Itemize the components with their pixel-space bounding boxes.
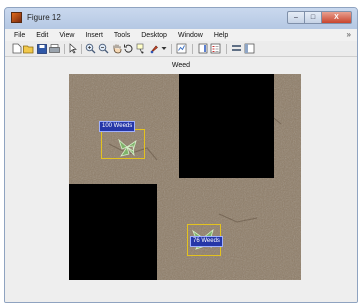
zoom-out-icon[interactable]: [98, 43, 109, 54]
menu-help[interactable]: Help: [214, 32, 228, 39]
zoom-in-icon[interactable]: [85, 43, 96, 54]
toolbar-separator: [64, 44, 65, 54]
menu-tools[interactable]: Tools: [114, 32, 130, 39]
insert-colorbar-icon[interactable]: [197, 43, 208, 54]
save-icon[interactable]: [36, 43, 47, 54]
maximize-button[interactable]: □: [305, 11, 322, 24]
menu-insert[interactable]: Insert: [85, 32, 103, 39]
pointer-arrow-icon[interactable]: [68, 43, 79, 54]
menu-view[interactable]: View: [59, 32, 74, 39]
minimize-button[interactable]: –: [287, 11, 305, 24]
brush-icon[interactable]: [149, 43, 160, 54]
rotate-3d-icon[interactable]: [123, 43, 134, 54]
brush-dropdown-icon[interactable]: [160, 43, 167, 54]
detection-box: [101, 129, 145, 159]
detection-label: 100 Weeds: [99, 121, 136, 132]
show-plot-tools-icon[interactable]: [244, 43, 255, 54]
insert-legend-icon[interactable]: [210, 43, 221, 54]
hide-plot-tools-icon[interactable]: [231, 43, 242, 54]
toolbar-separator: [171, 44, 172, 54]
axes-title: Weed: [171, 62, 191, 69]
new-figure-icon[interactable]: [11, 43, 22, 54]
detection-label: 76 Weeds: [190, 236, 223, 247]
link-plot-icon[interactable]: [176, 43, 187, 54]
menu-window[interactable]: Window: [178, 32, 203, 39]
menu-overflow-icon[interactable]: »: [347, 30, 351, 39]
toolbar-separator: [192, 44, 193, 54]
print-icon[interactable]: [49, 43, 60, 54]
pan-hand-icon[interactable]: [111, 43, 122, 54]
black-mask-region: [179, 74, 274, 178]
figure-toolbar: [5, 41, 357, 57]
data-cursor-icon[interactable]: [136, 43, 147, 54]
open-file-icon[interactable]: [23, 43, 34, 54]
window-title: Figure 12: [27, 13, 61, 22]
menu-edit[interactable]: Edit: [36, 32, 48, 39]
figure-canvas: Weed 100 Weeds 76 Weeds: [5, 57, 357, 302]
close-button[interactable]: X: [322, 11, 352, 24]
toolbar-separator: [226, 44, 227, 54]
matlab-figure-icon: [11, 12, 22, 23]
menu-bar: File Edit View Insert Tools Desktop Wind…: [5, 29, 357, 41]
title-bar[interactable]: Figure 12 – □ X: [5, 8, 357, 29]
weed-image: 100 Weeds 76 Weeds: [69, 74, 301, 280]
menu-desktop[interactable]: Desktop: [141, 32, 167, 39]
figure-window: Figure 12 – □ X File Edit View Insert To…: [4, 7, 358, 303]
black-mask-region: [69, 184, 157, 280]
menu-file[interactable]: File: [14, 32, 25, 39]
toolbar-separator: [81, 44, 82, 54]
